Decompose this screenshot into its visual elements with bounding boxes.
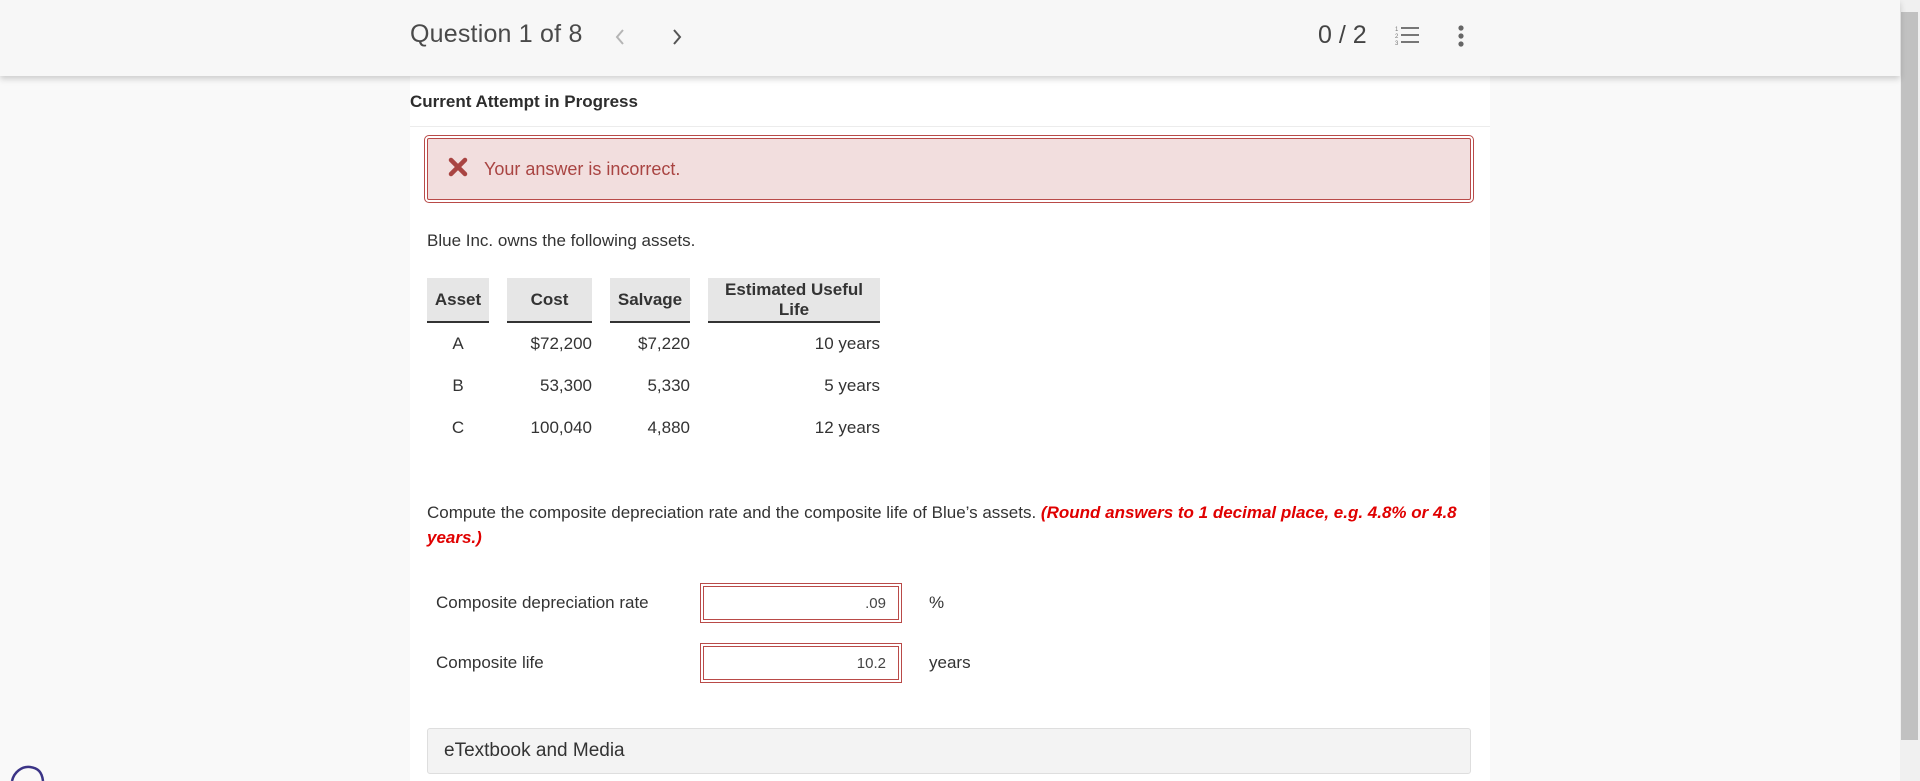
attempt-status-label: Current Attempt in Progress [410,92,638,111]
next-question-button[interactable] [665,22,689,52]
cell-useful-life: 10 years [814,334,880,353]
cell-salvage: 4,880 [647,418,690,437]
x-icon [448,157,468,177]
composite-rate-input[interactable] [700,583,902,623]
cell-useful-life: 5 years [824,376,880,395]
cell-cost: $72,200 [530,334,592,353]
pen-annotation-icon [10,765,45,781]
cell-asset: C [451,418,465,437]
question-content: Current Attempt in Progress Your answer … [410,76,1490,781]
question-list-button[interactable]: 1 2 3 [1395,25,1421,47]
table-row: B 53,300 5,330 5 years [427,365,880,407]
column-header-asset: Asset [427,278,489,323]
cell-salvage: 5,330 [647,376,690,395]
svg-text:2: 2 [1395,34,1399,40]
column-header-salvage: Salvage [610,278,690,323]
svg-text:1: 1 [1395,27,1399,33]
table-header-row: Asset Cost Salvage Estimated Useful Life [427,278,880,323]
instruction-text: Compute the composite depreciation rate … [427,503,1041,522]
etextbook-media-panel[interactable]: eTextbook and Media [427,728,1471,774]
chevron-left-icon [615,29,624,45]
chevron-right-icon [673,29,682,45]
cell-salvage: $7,220 [638,334,690,353]
composite-rate-label: Composite depreciation rate [436,593,649,612]
composite-life-input[interactable] [700,643,902,683]
etextbook-media-label: eTextbook and Media [444,740,625,761]
table-row: A $72,200 $7,220 10 years [427,323,880,365]
divider [410,126,1490,127]
incorrect-answer-alert: Your answer is incorrect. [424,135,1474,203]
vertical-ellipsis-icon [1458,25,1464,47]
cell-cost: 53,300 [540,376,592,395]
previous-question-button[interactable] [608,22,632,52]
table-row: C 100,040 4,880 12 years [427,407,880,449]
question-position: Question 1 of 8 [410,20,583,48]
cell-asset: A [452,334,464,353]
question-instructions: Compute the composite depreciation rate … [427,500,1457,550]
more-options-button[interactable] [1454,24,1468,50]
assets-table: Asset Cost Salvage Estimated Useful Life… [427,278,880,449]
svg-text:3: 3 [1395,41,1399,47]
cell-useful-life: 12 years [814,418,880,437]
column-header-cost: Cost [507,278,592,323]
column-header-useful-life: Estimated Useful Life [708,278,880,323]
composite-rate-unit: % [929,593,945,612]
scrollbar-thumb[interactable] [1901,12,1918,740]
composite-life-label: Composite life [436,653,544,672]
question-header: Question 1 of 8 0 / 2 1 2 3 [0,0,1900,76]
cell-asset: B [452,376,464,395]
composite-life-unit: years [929,653,971,672]
feedback-message: Your answer is incorrect. [484,159,681,179]
score-display: 0 / 2 [1318,21,1367,49]
numbered-list-icon: 1 2 3 [1395,27,1419,47]
cell-cost: 100,040 [530,418,592,437]
question-intro: Blue Inc. owns the following assets. [427,231,696,250]
